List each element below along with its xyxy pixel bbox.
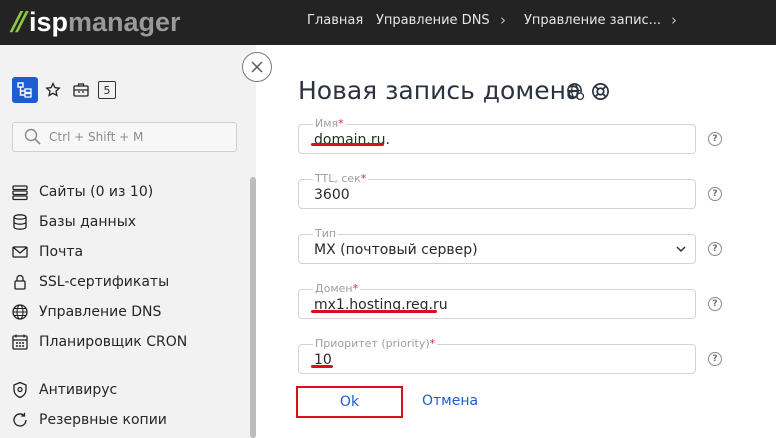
- sidebar-item-cron[interactable]: Планировщик CRON: [10, 331, 187, 353]
- type-help-icon[interactable]: ?: [708, 242, 722, 256]
- sidebar-item-label: Управление DNS: [39, 304, 162, 320]
- type-select-label: Тип: [313, 227, 339, 240]
- chevron-down-icon: [676, 246, 686, 253]
- sidebar-item-databases[interactable]: Базы данных: [10, 211, 136, 233]
- type-select-value: MX (почтовый сервер): [314, 242, 478, 258]
- highlight-underline: [311, 365, 333, 368]
- search-icon: [24, 128, 41, 145]
- highlight-underline: [311, 143, 384, 146]
- priority-field[interactable]: Приоритет (priority)* 10: [298, 337, 696, 374]
- sidebar-item-antivirus[interactable]: Антивирус: [10, 379, 117, 401]
- highlight-underline: [311, 310, 437, 313]
- domain-field[interactable]: Домен* mx1.hosting.reg.ru: [298, 282, 696, 319]
- database-icon: [10, 212, 30, 232]
- sidebar-item-label: SSL-сертификаты: [39, 274, 170, 290]
- search-placeholder: Ctrl + Shift + M: [49, 130, 144, 144]
- title-icons: [566, 82, 610, 101]
- shield-icon: [10, 380, 30, 400]
- tree-menu-icon[interactable]: [12, 77, 38, 103]
- sidebar-item-mail[interactable]: Почта: [10, 241, 83, 263]
- ok-button[interactable]: Ok: [296, 386, 403, 418]
- logo-manager: manager: [68, 6, 181, 37]
- breadcrumb-chevron-icon: ›: [671, 11, 677, 29]
- type-select[interactable]: Тип MX (почтовый сервер): [298, 227, 696, 264]
- sidebar-item-ssl[interactable]: SSL-сертификаты: [10, 271, 169, 293]
- sidebar-search-input[interactable]: Ctrl + Shift + M: [12, 122, 237, 152]
- calendar-icon: [10, 332, 30, 352]
- help-lifebuoy-icon[interactable]: [591, 82, 610, 101]
- star-icon[interactable]: [40, 77, 66, 103]
- ttl-field-value: 3600: [314, 187, 350, 203]
- logo-slashes: //: [12, 7, 27, 37]
- logo-isp: isp: [29, 6, 69, 37]
- sidebar-item-label: Планировщик CRON: [39, 334, 188, 350]
- sidebar-item-sites[interactable]: Сайты (0 из 10): [10, 181, 153, 203]
- breadcrumb-home[interactable]: Главная: [307, 13, 363, 28]
- breadcrumb-dns[interactable]: Управление DNS: [376, 13, 490, 28]
- domain-help-icon[interactable]: ?: [708, 297, 722, 311]
- sidebar: 5 Ctrl + Shift + M Сайты (0 из 10) Базы …: [0, 45, 256, 438]
- priority-help-icon[interactable]: ?: [708, 352, 722, 366]
- name-field-label: Имя*: [313, 117, 346, 130]
- breadcrumb-chevron-icon: ›: [500, 11, 506, 29]
- sidebar-item-label: Почта: [39, 244, 84, 260]
- sites-icon: [10, 182, 30, 202]
- sidebar-item-label: Сайты (0 из 10): [39, 184, 154, 200]
- top-bar: // isp manager Главная Управление DNS › …: [0, 0, 776, 45]
- cancel-button[interactable]: Отмена: [422, 393, 478, 409]
- sidebar-toolbar: 5: [12, 77, 116, 103]
- ttl-help-icon[interactable]: ?: [708, 187, 722, 201]
- sidebar-item-backup[interactable]: Резервные копии: [10, 409, 167, 431]
- domain-field-label: Домен*: [313, 282, 361, 295]
- sidebar-item-label: Антивирус: [39, 382, 118, 398]
- briefcase-icon[interactable]: [68, 77, 94, 103]
- close-icon: [251, 61, 263, 73]
- sidebar-item-dns[interactable]: Управление DNS: [10, 301, 161, 323]
- globe-settings-icon[interactable]: [566, 82, 585, 101]
- breadcrumb-records[interactable]: Управление запис...: [524, 13, 661, 28]
- sidebar-item-label: Базы данных: [39, 214, 137, 230]
- priority-field-label: Приоритет (priority)*: [313, 337, 438, 350]
- name-help-icon[interactable]: ?: [708, 132, 722, 146]
- backup-icon: [10, 410, 30, 430]
- name-field[interactable]: Имя* domain.ru.: [298, 117, 696, 154]
- ttl-field[interactable]: TTL, сек* 3600: [298, 172, 696, 209]
- notification-count-badge[interactable]: 5: [98, 81, 116, 99]
- ispmanager-logo[interactable]: // isp manager: [12, 4, 181, 40]
- globe-icon: [10, 302, 30, 322]
- mail-icon: [10, 242, 30, 262]
- lock-icon: [10, 272, 30, 292]
- ttl-field-label: TTL, сек*: [313, 172, 369, 185]
- page-title: Новая запись домена: [298, 76, 582, 105]
- sidebar-item-label: Резервные копии: [39, 412, 167, 428]
- close-form-button[interactable]: [242, 52, 272, 82]
